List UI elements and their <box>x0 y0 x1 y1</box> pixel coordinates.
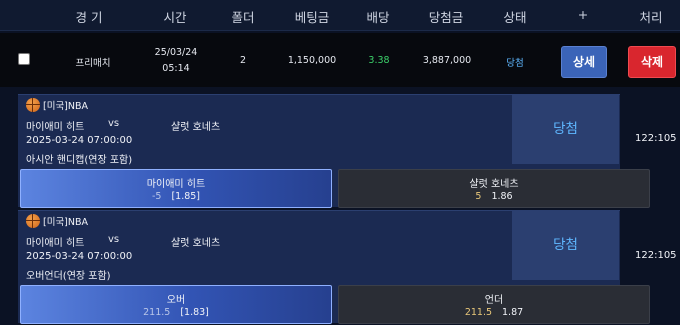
league-label: [미국]NBA <box>26 98 88 112</box>
result-badge: 당첨 <box>512 211 619 280</box>
option-name: 오버 <box>166 295 186 306</box>
option-away: 샬럿 호네츠 5 1.86 <box>338 169 650 208</box>
stake-amount: 1,150,000 <box>287 55 337 66</box>
option-name: 언더 <box>484 295 504 306</box>
bet-time: 05:14 <box>162 63 190 74</box>
match-datetime: 2025-03-24 07:00:00 <box>26 251 133 262</box>
option-home: 마이애미 히트 -5 [1.85] <box>20 169 332 208</box>
delete-button[interactable]: 삭제 <box>628 46 676 78</box>
market-name: 오버언더(연장 포함) <box>26 271 111 282</box>
header-action: 처리 <box>639 10 663 25</box>
home-team: 마이애미 히트 <box>26 122 85 133</box>
detail-button[interactable]: 상세 <box>561 46 607 78</box>
basketball-icon <box>26 98 40 112</box>
option-name: 마이애미 히트 <box>146 179 206 190</box>
vs-label: vs <box>108 118 120 129</box>
total-odds: 3.38 <box>368 55 390 66</box>
header-payout: 당첨금 <box>428 10 464 25</box>
folder-count: 2 <box>239 55 247 66</box>
option-line: 211.5 <box>143 307 171 318</box>
final-score: 122:105 <box>635 250 677 261</box>
table-header: 경 기 시간 폴더 베팅금 배당 당첨금 상태 + 처리 <box>0 0 680 31</box>
option-name: 샬럿 호네츠 <box>469 179 519 190</box>
market-name: 아시안 핸디캡(연장 포함) <box>26 155 133 166</box>
header-time: 시간 <box>163 10 187 25</box>
header-game: 경 기 <box>75 10 103 25</box>
option-line: -5 <box>151 191 162 202</box>
basketball-icon <box>26 214 40 228</box>
match-teams: 마이애미 히트 vs 샬럿 호네츠 <box>26 234 220 249</box>
option-odds: 1.87 <box>502 307 524 318</box>
result-badge: 당첨 <box>512 95 619 164</box>
bet-date: 25/03/24 <box>154 47 198 58</box>
bet-card: [미국]NBA 마이애미 히트 vs 샬럿 호네츠 2025-03-24 07:… <box>18 210 650 324</box>
status-badge: 당첨 <box>506 58 524 69</box>
match-datetime: 2025-03-24 07:00:00 <box>26 135 133 146</box>
bet-card: [미국]NBA 마이애미 히트 vs 샬럿 호네츠 2025-03-24 07:… <box>18 94 650 208</box>
option-line: 5 <box>475 191 482 202</box>
league-name: [미국]NBA <box>43 101 89 112</box>
option-odds: [1.85] <box>171 191 201 202</box>
payout-amount: 3,887,000 <box>422 55 472 66</box>
option-over: 오버 211.5 [1.83] <box>20 285 332 324</box>
option-under: 언더 211.5 1.87 <box>338 285 650 324</box>
header-status: 상태 <box>503 10 527 25</box>
home-team: 마이애미 히트 <box>26 238 85 249</box>
option-odds: [1.83] <box>180 307 209 318</box>
final-score: 122:105 <box>635 133 677 144</box>
league-name: [미국]NBA <box>43 217 89 228</box>
league-label: [미국]NBA <box>26 214 88 228</box>
select-checkbox[interactable] <box>18 53 30 65</box>
header-odds: 배당 <box>366 10 390 25</box>
header-stake: 베팅금 <box>294 10 330 25</box>
away-team: 샬럿 호네츠 <box>171 122 221 133</box>
vs-label: vs <box>108 234 120 245</box>
header-plus: + <box>577 7 589 22</box>
header-folder: 폴더 <box>231 10 255 25</box>
option-odds: 1.86 <box>491 191 513 202</box>
option-line: 211.5 <box>464 307 493 318</box>
away-team: 샬럿 호네츠 <box>171 238 221 249</box>
match-teams: 마이애미 히트 vs 샬럿 호네츠 <box>26 118 220 133</box>
game-type: 프리매치 <box>75 58 111 69</box>
